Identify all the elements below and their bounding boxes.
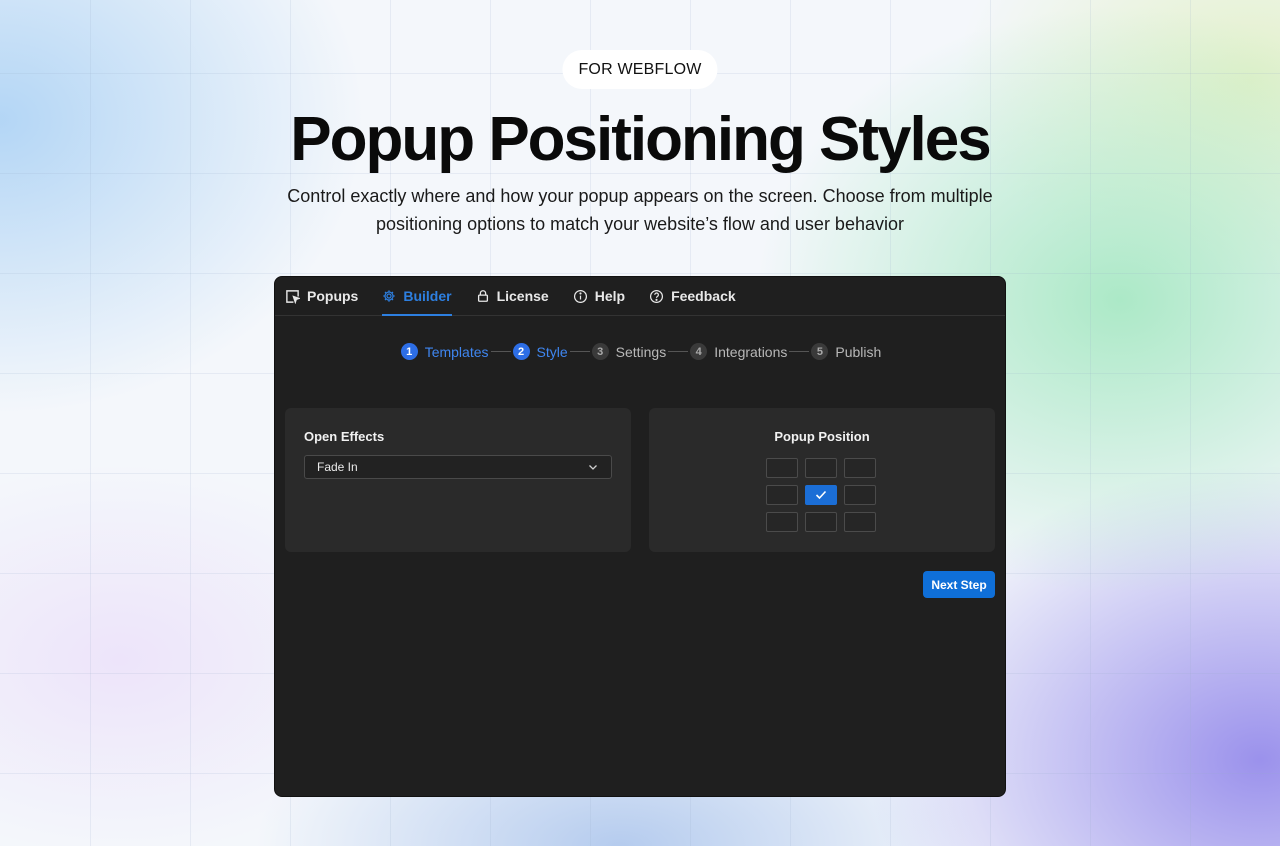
nav-label: Popups	[307, 288, 359, 304]
open-effects-card: Open Effects Fade In	[285, 408, 631, 552]
gear-icon	[383, 290, 396, 302]
app-window: Popups Builder License Help Feedback 1 T…	[274, 276, 1006, 797]
question-icon	[650, 289, 664, 303]
next-step-button[interactable]: Next Step	[923, 571, 995, 598]
page-title: Popup Positioning Styles	[290, 105, 991, 174]
step-settings[interactable]: 3 Settings	[591, 343, 667, 360]
position-top-center[interactable]	[805, 458, 837, 478]
step-number: 4	[690, 343, 708, 360]
step-style[interactable]: 2 Style	[512, 343, 568, 360]
step-connector	[490, 351, 511, 352]
open-effects-title: Open Effects	[304, 429, 385, 444]
position-middle-left[interactable]	[766, 485, 798, 505]
step-progress: 1 Templates 2 Style 3 Settings 4 Integra…	[275, 343, 1005, 360]
step-templates[interactable]: 1 Templates	[400, 343, 489, 360]
popup-position-card: Popup Position	[649, 408, 995, 552]
nav-item-feedback[interactable]: Feedback	[649, 277, 736, 316]
nav-label: Help	[594, 288, 626, 304]
open-effect-value: Fade In	[317, 460, 358, 474]
position-bottom-left[interactable]	[766, 512, 798, 532]
position-bottom-right[interactable]	[844, 512, 876, 532]
popup-position-title: Popup Position	[774, 429, 870, 444]
nav-item-builder[interactable]: Builder	[382, 277, 452, 316]
step-connector	[789, 351, 810, 352]
position-grid	[766, 458, 876, 532]
subtitle-line-1: Control exactly where and how your popup…	[287, 186, 993, 206]
step-number: 2	[512, 343, 530, 360]
nav-label: Feedback	[671, 288, 736, 304]
position-bottom-center[interactable]	[805, 512, 837, 532]
nav-label: License	[496, 288, 549, 304]
page-subtitle: Control exactly where and how your popup…	[240, 182, 1040, 238]
step-label: Publish	[835, 343, 882, 360]
nav-label: Builder	[403, 288, 452, 304]
step-label: Style	[536, 343, 568, 360]
top-nav: Popups Builder License Help Feedback	[275, 277, 1005, 316]
nav-item-license[interactable]: License	[476, 277, 549, 316]
step-integrations[interactable]: 4 Integrations	[690, 343, 787, 360]
step-label: Templates	[424, 343, 489, 360]
step-label: Integrations	[714, 343, 788, 360]
check-icon	[815, 490, 827, 500]
step-number: 5	[811, 343, 829, 360]
nav-item-help[interactable]: Help	[573, 277, 625, 316]
position-center[interactable]	[805, 485, 837, 505]
platform-badge: FOR WEBFLOW	[562, 50, 718, 89]
cursor-box-icon	[286, 289, 300, 304]
open-effect-select[interactable]: Fade In	[304, 455, 612, 479]
nav-item-popups[interactable]: Popups	[285, 277, 358, 316]
step-number: 3	[591, 343, 609, 360]
step-connector	[668, 351, 689, 352]
position-top-right[interactable]	[844, 458, 876, 478]
chevron-down-icon	[589, 465, 597, 470]
step-connector	[569, 351, 590, 352]
step-label: Settings	[615, 343, 667, 360]
position-middle-right[interactable]	[844, 485, 876, 505]
step-publish[interactable]: 5 Publish	[811, 343, 881, 360]
step-number: 1	[400, 343, 418, 360]
position-top-left[interactable]	[766, 458, 798, 478]
subtitle-line-2: positioning options to match your websit…	[376, 214, 904, 234]
lock-icon	[477, 290, 488, 302]
info-icon	[573, 289, 587, 303]
